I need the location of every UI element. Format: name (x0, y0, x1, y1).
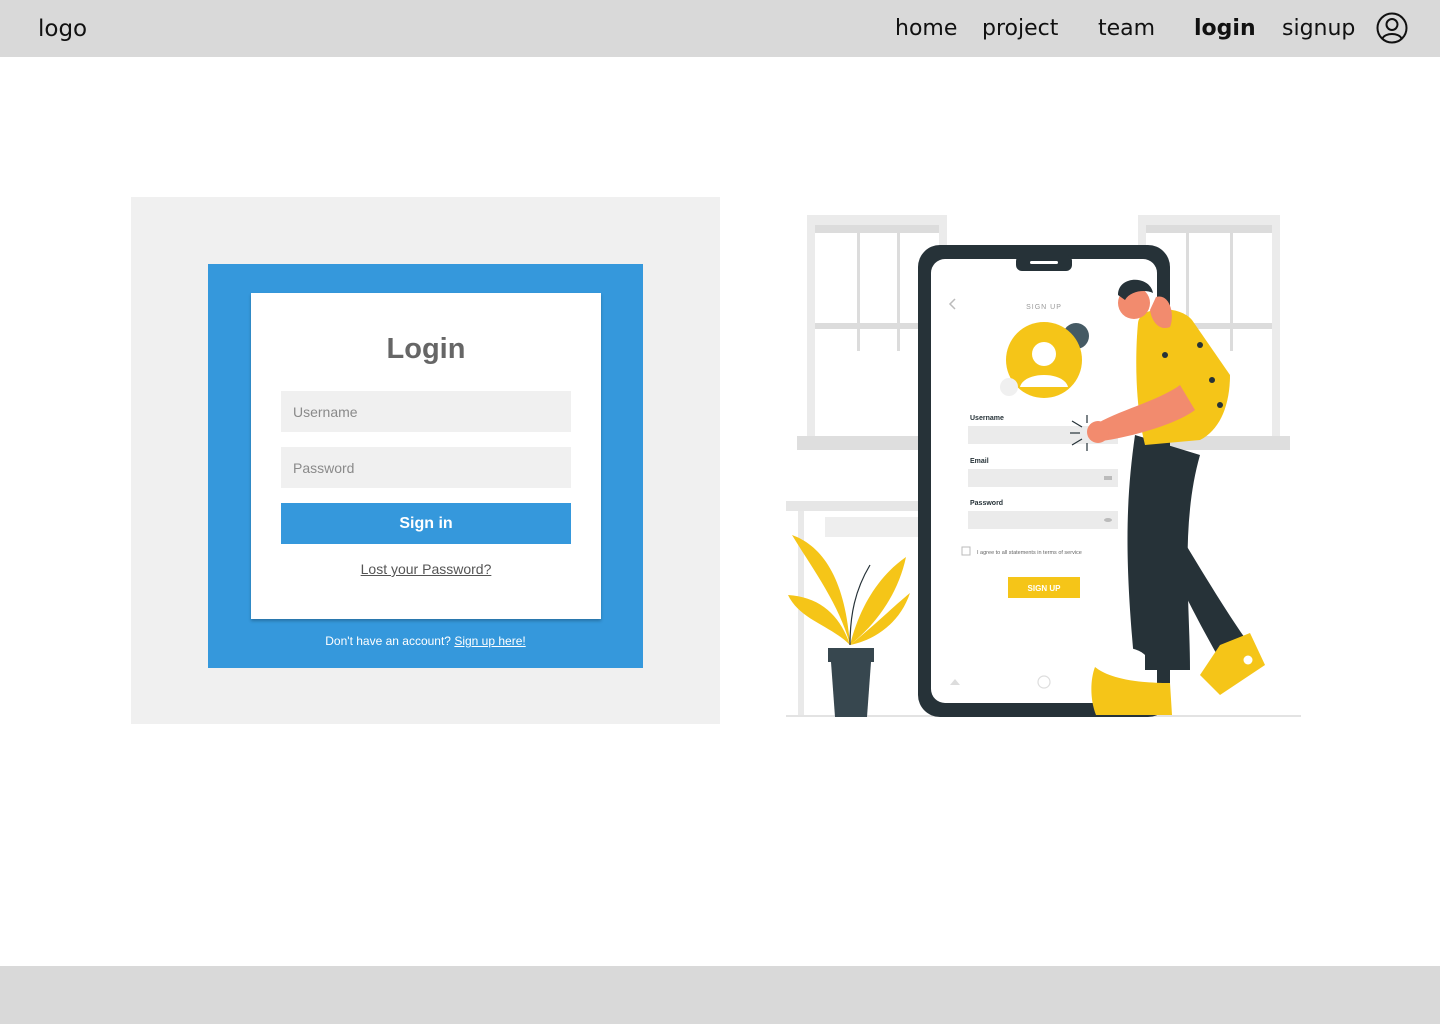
screen-email-label: Email (970, 458, 989, 465)
screen-password-label: Password (970, 500, 1003, 507)
no-account-text: Don't have an account? (325, 634, 451, 648)
username-input[interactable] (281, 391, 571, 432)
footer (0, 966, 1440, 1024)
nav-link-home[interactable]: home (895, 16, 957, 41)
screen-agree-text: I agree to all statements in terms of se… (977, 550, 1082, 556)
desk (786, 501, 936, 511)
login-card: Login Sign in Lost your Password? (251, 293, 601, 619)
nav-link-login[interactable]: login (1194, 16, 1256, 41)
user-circle-icon[interactable] (1376, 12, 1408, 44)
signup-illustration: SIGN UP Username Email Password I agree … (786, 215, 1301, 717)
password-input[interactable] (281, 447, 571, 488)
sign-up-link[interactable]: Sign up here! (454, 634, 525, 648)
top-navbar: logo home project team login signup (0, 0, 1440, 57)
screen-signup-button: SIGN UP (1028, 584, 1062, 593)
lost-password-link[interactable]: Lost your Password? (251, 561, 601, 577)
desk-drawer (825, 517, 925, 537)
sign-in-button[interactable]: Sign in (281, 503, 571, 544)
login-frame: Login Sign in Lost your Password? Don't … (208, 264, 643, 668)
screen-username-label: Username (970, 415, 1004, 422)
screen-title: SIGN UP (1026, 304, 1062, 311)
potted-plant (788, 535, 910, 717)
login-panel: Login Sign in Lost your Password? Don't … (131, 197, 720, 724)
nav-link-signup[interactable]: signup (1282, 16, 1355, 41)
signup-prompt: Don't have an account? Sign up here! (208, 634, 643, 648)
nav-link-project[interactable]: project (982, 16, 1058, 41)
login-title: Login (386, 333, 466, 365)
logo[interactable]: logo (38, 16, 87, 42)
nav-link-team[interactable]: team (1098, 16, 1155, 41)
